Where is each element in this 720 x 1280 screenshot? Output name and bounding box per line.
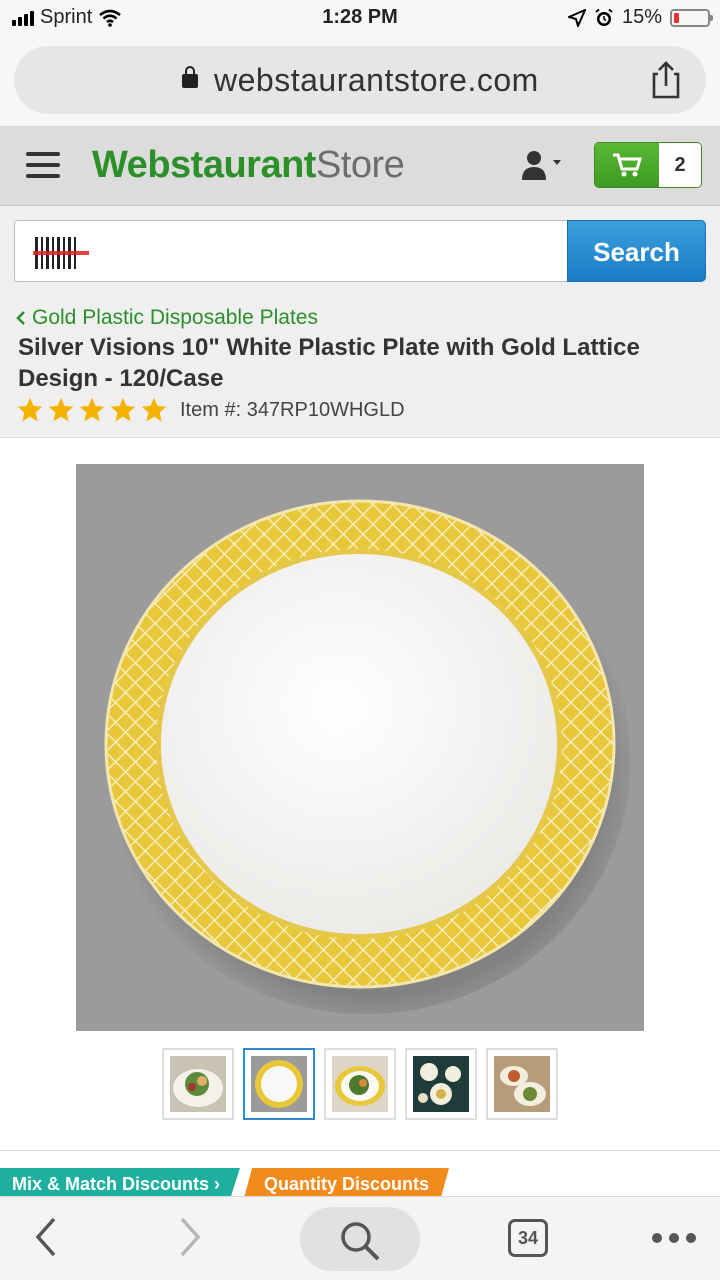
section-divider — [0, 1150, 720, 1151]
browser-chrome: webstaurantstore.com — [0, 38, 720, 126]
search-input[interactable] — [14, 220, 570, 282]
plate-illustration — [76, 464, 644, 1031]
alarm-icon — [595, 8, 613, 26]
tabs-count-button[interactable]: 34 — [508, 1219, 548, 1257]
battery-icon — [670, 8, 713, 27]
star-rating[interactable] — [16, 396, 168, 424]
star-icon — [17, 397, 43, 422]
breadcrumb-label: Gold Plastic Disposable Plates — [32, 306, 318, 329]
location-icon — [567, 8, 586, 27]
search-button[interactable]: Search — [567, 220, 706, 282]
address-bar[interactable]: webstaurantstore.com — [14, 46, 706, 114]
cart-count: 2 — [659, 143, 701, 187]
account-icon[interactable] — [520, 148, 570, 184]
thumbnail-buffet[interactable] — [486, 1048, 558, 1120]
barcode-scan-icon[interactable] — [33, 237, 89, 269]
magnifier-icon — [341, 1222, 380, 1261]
battery-percent: 15% — [621, 6, 662, 28]
search-area: Search — [0, 206, 720, 298]
status-right: 15% — [567, 6, 713, 29]
chevron-left-icon — [16, 311, 25, 325]
site-logo[interactable]: WebstaurantStore — [92, 144, 405, 187]
breadcrumb[interactable]: Gold Plastic Disposable Plates — [16, 306, 318, 330]
site-header: WebstaurantStore 2 — [0, 126, 720, 206]
share-icon[interactable] — [648, 60, 684, 100]
star-icon — [48, 397, 74, 422]
url-text: webstaurantstore.com — [214, 62, 539, 98]
star-icon — [79, 397, 105, 422]
thumbnail-salad-plate[interactable] — [162, 1048, 234, 1120]
product-image[interactable] — [76, 464, 644, 1031]
star-icon — [110, 397, 136, 422]
mix-match-discounts-tab[interactable]: Mix & Match Discounts › — [0, 1168, 240, 1198]
discount-tags: Mix & Match Discounts › Quantity Discoun… — [0, 1168, 449, 1198]
thumbnail-plate-top-view[interactable] — [243, 1048, 315, 1120]
chevron-right-icon: › — [214, 1174, 221, 1194]
lock-icon — [182, 66, 198, 88]
search-tab-button[interactable] — [300, 1207, 420, 1271]
rating-row: Item #: 347RP10WHGLD — [16, 396, 405, 424]
quantity-discounts-tab[interactable]: Quantity Discounts — [244, 1168, 449, 1198]
product-title: Silver Visions 10" White Plastic Plate w… — [18, 334, 640, 392]
status-bar: Sprint 1:28 PM 15% — [0, 0, 720, 38]
cart-icon — [595, 143, 659, 187]
menu-icon[interactable] — [26, 152, 60, 178]
more-options-icon[interactable] — [652, 1233, 696, 1243]
thumbnail-strip — [162, 1048, 558, 1120]
cart-button[interactable]: 2 — [594, 142, 702, 188]
thumbnail-table-setting[interactable] — [405, 1048, 477, 1120]
forward-icon[interactable] — [176, 1215, 204, 1259]
product-header: Gold Plastic Disposable Plates Silver Vi… — [0, 298, 720, 438]
back-icon[interactable] — [32, 1215, 60, 1259]
battery-level — [674, 12, 679, 23]
star-icon — [141, 397, 167, 422]
thumbnail-salad-plate-2[interactable] — [324, 1048, 396, 1120]
browser-toolbar: 34 — [0, 1196, 720, 1280]
item-number: Item #: 347RP10WHGLD — [180, 398, 405, 421]
screen: Sprint 1:28 PM 15% webstaurantstore.com … — [0, 0, 720, 1280]
